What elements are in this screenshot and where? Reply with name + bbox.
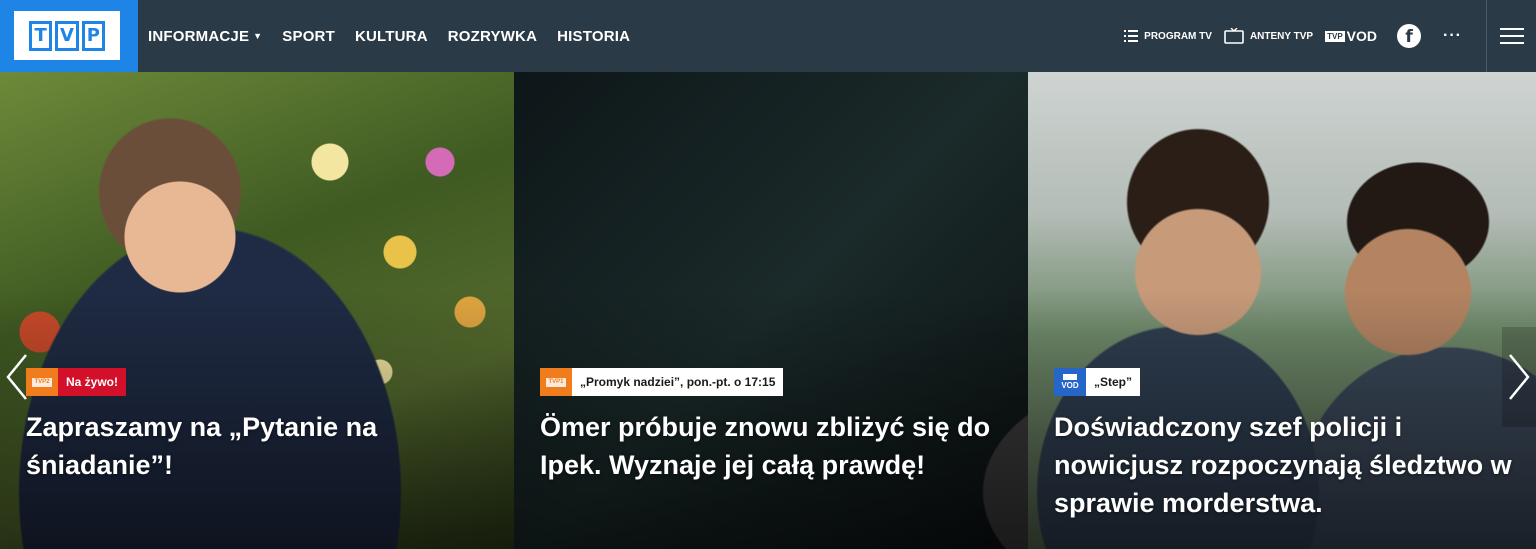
list-icon [1124, 30, 1139, 42]
program-tv-label: PROGRAM TV [1144, 30, 1212, 42]
carousel-slide[interactable]: VOD „Step” Doświadczony szef policji i n… [1028, 72, 1536, 549]
carousel-slide[interactable]: TVP2 Na żywo! Zapraszamy na „Pytanie na … [0, 72, 514, 549]
tvp-vod-link[interactable]: TVP VOD [1325, 28, 1377, 44]
slide-headline[interactable]: Zapraszamy na „Pytanie na śniadanie”! [26, 408, 494, 484]
nav-item-kultura[interactable]: KULTURA [355, 28, 428, 45]
slide-headline[interactable]: Doświadczony szef policji i nowicjusz ro… [1054, 408, 1516, 522]
anteny-tvp-label: ANTENY TVP [1249, 30, 1314, 42]
nav-item-label: INFORMACJE [148, 27, 250, 45]
vod-logo-small: TVP [1325, 30, 1345, 42]
nav-item-historia[interactable]: HISTORIA [557, 28, 630, 45]
program-badge: „Promyk nadziei”, pon.-pt. o 17:15 [572, 368, 784, 396]
slide-tags: TVP1 „Promyk nadziei”, pon.-pt. o 17:15 [540, 368, 1008, 396]
logo-letter-p: P [81, 21, 105, 51]
chevron-left-icon [6, 354, 27, 400]
nav-item-informacje[interactable]: INFORMACJE ▼ [148, 28, 262, 45]
menu-button[interactable] [1486, 0, 1536, 72]
utility-nav: PROGRAM TV ANTENY TVP TVP VOD f ··· [1124, 0, 1536, 72]
program-badge: „Step” [1086, 368, 1141, 396]
logo-letter-t: T [29, 21, 53, 51]
nav-item-sport[interactable]: SPORT [282, 28, 335, 45]
anteny-tvp-link[interactable]: ANTENY TVP [1224, 28, 1313, 44]
carousel-next-button[interactable] [1502, 327, 1536, 427]
slide-tags: VOD „Step” [1054, 368, 1516, 396]
vod-logo-text: VOD [1346, 28, 1378, 44]
carousel-slide[interactable]: TVP1 „Promyk nadziei”, pon.-pt. o 17:15 … [514, 72, 1028, 549]
main-nav: INFORMACJE ▼ SPORT KULTURA ROZRYWKA HIST… [148, 0, 650, 72]
slide-content: TVP1 „Promyk nadziei”, pon.-pt. o 17:15 … [540, 368, 1008, 484]
slide-tags: TVP2 Na żywo! [26, 368, 494, 396]
live-badge: Na żywo! [58, 368, 127, 396]
carousel-prev-button[interactable] [0, 327, 34, 427]
program-tv-link[interactable]: PROGRAM TV [1124, 30, 1212, 42]
slide-headline[interactable]: Ömer próbuje znowu zbliżyć się do Ipek. … [540, 408, 1008, 484]
chevron-right-icon [1509, 354, 1530, 400]
nav-item-rozrywka[interactable]: ROZRYWKA [448, 28, 537, 45]
caret-down-icon: ▼ [253, 31, 263, 41]
channel-logo-tvp1: TVP1 [540, 368, 572, 396]
hamburger-icon [1499, 23, 1524, 49]
more-options-icon[interactable]: ··· [1443, 27, 1462, 45]
slide-content: TVP2 Na żywo! Zapraszamy na „Pytanie na … [26, 368, 494, 484]
tv-icon [1224, 28, 1244, 44]
logo-letter-v: V [55, 21, 79, 51]
tvp-logo: T V P [14, 11, 120, 60]
top-navigation-bar: T V P INFORMACJE ▼ SPORT KULTURA ROZRYWK… [0, 0, 1536, 72]
channel-logo-vod: VOD [1054, 368, 1086, 396]
tvp-logo-link[interactable]: T V P [0, 0, 138, 72]
facebook-icon[interactable]: f [1397, 24, 1422, 48]
slide-content: VOD „Step” Doświadczony szef policji i n… [1054, 368, 1516, 522]
